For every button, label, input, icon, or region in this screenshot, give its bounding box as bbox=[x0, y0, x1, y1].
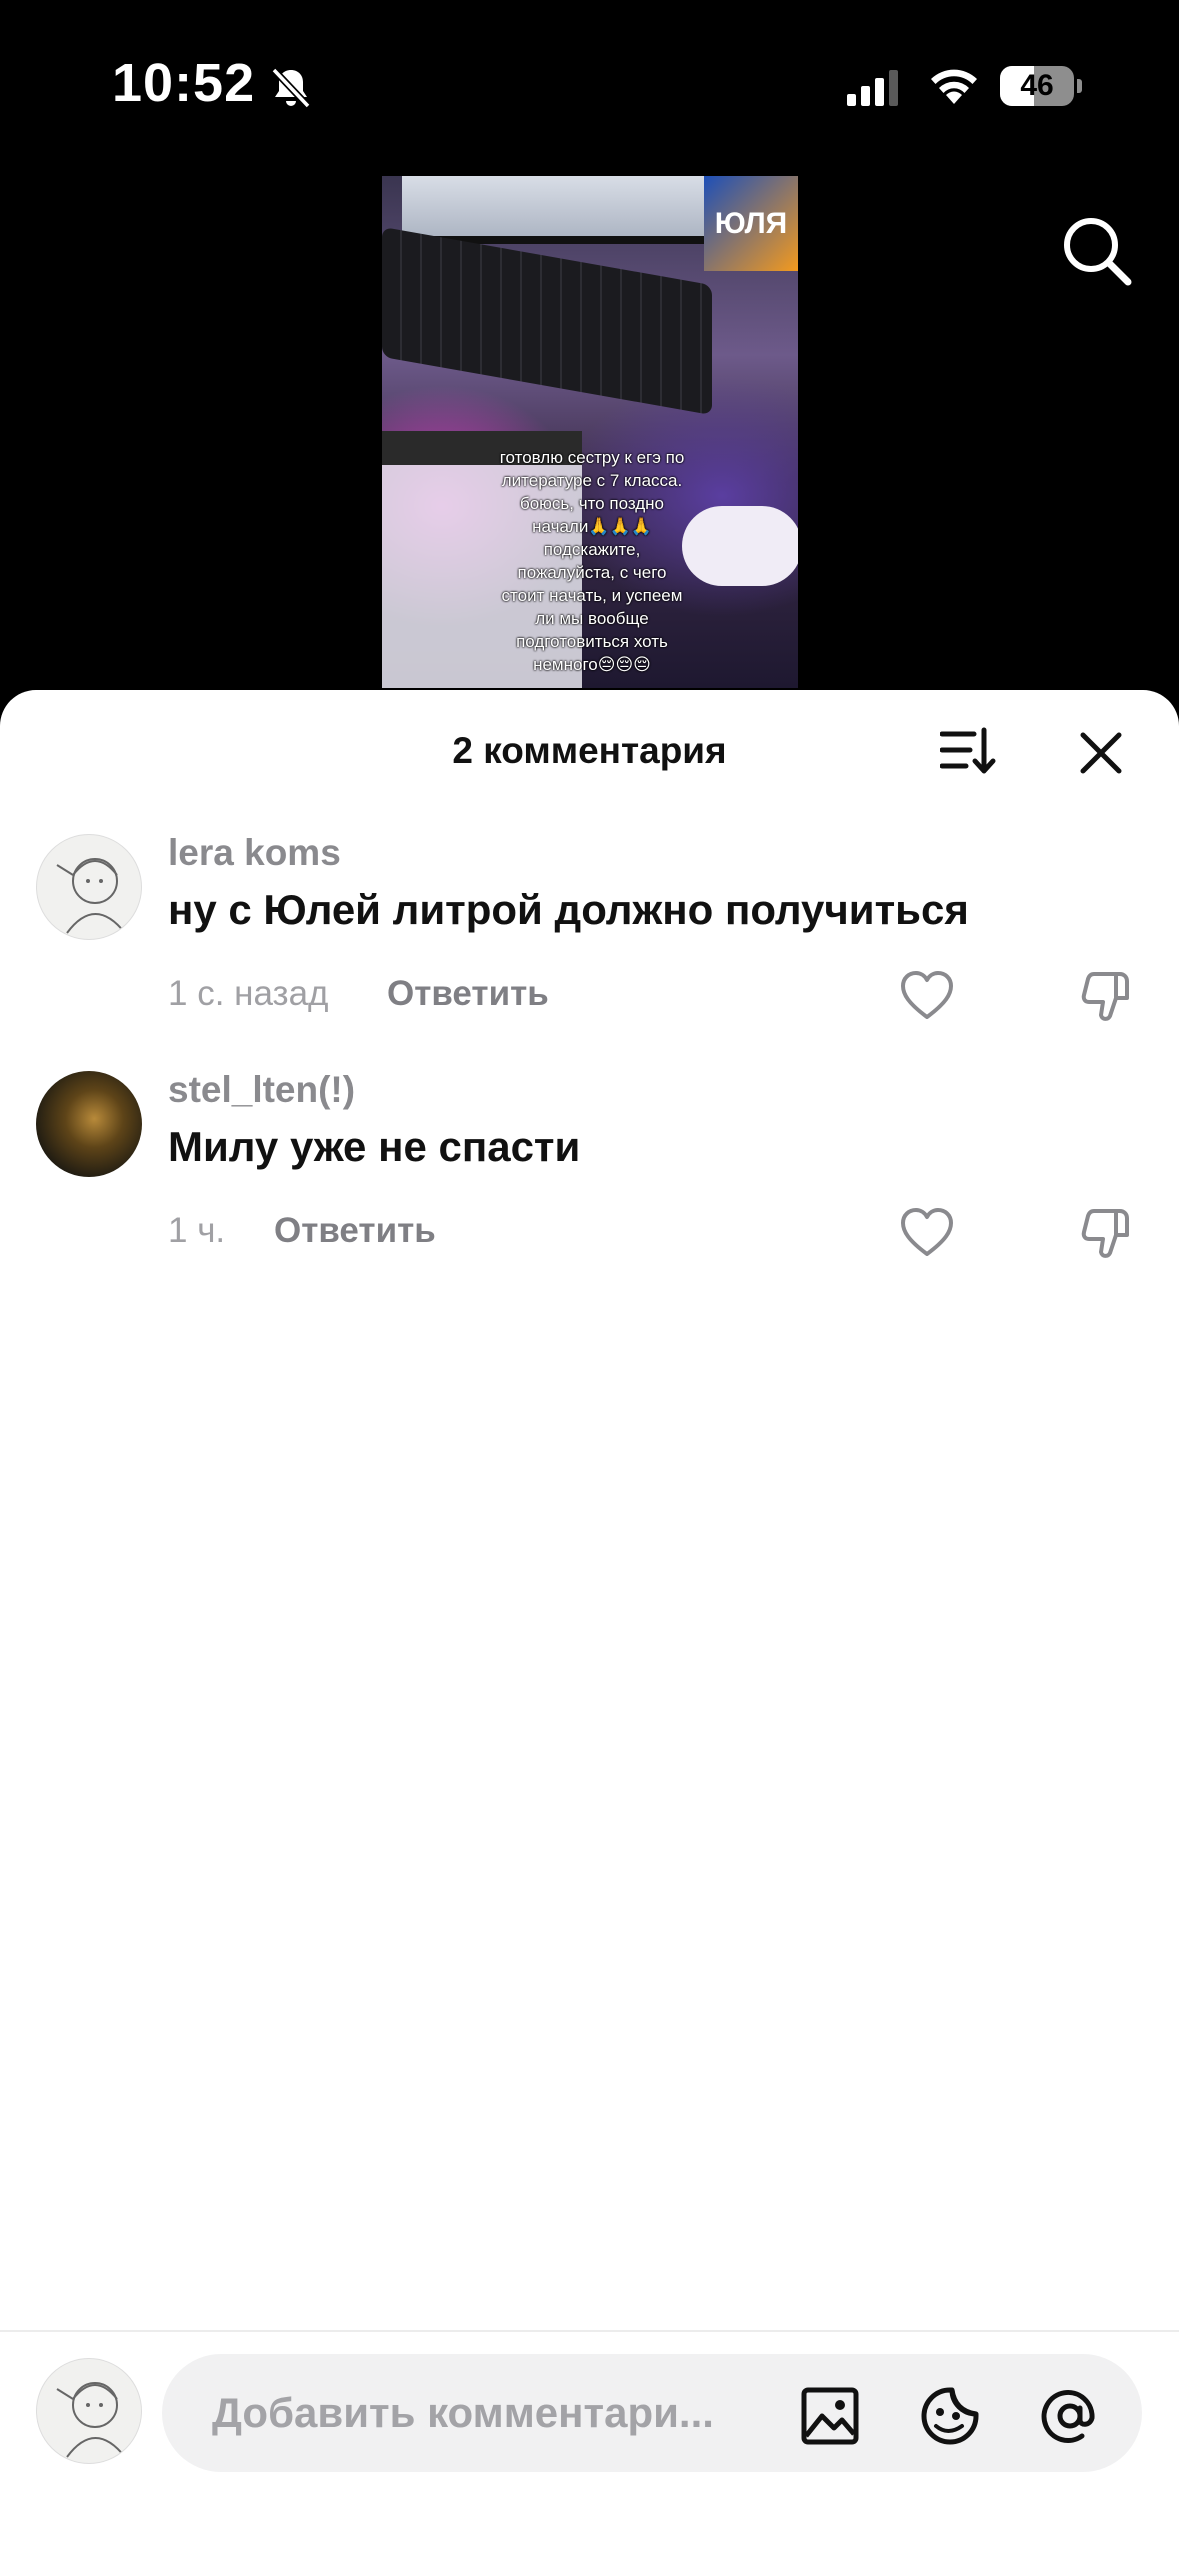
battery-body: 46 bbox=[1000, 66, 1074, 106]
cellular-signal-icon bbox=[847, 70, 898, 106]
wifi-icon bbox=[931, 69, 977, 104]
caption-line: пожалуйста, с чего bbox=[517, 563, 667, 582]
comment-time: 1 ч. bbox=[168, 1211, 226, 1250]
sort-icon[interactable] bbox=[940, 726, 996, 776]
caption-line: подскажите, bbox=[543, 540, 641, 559]
comment-item: stel_lten(!) Милу уже не спасти 1 ч. Отв… bbox=[0, 1069, 1179, 1291]
battery-percent: 46 bbox=[1020, 69, 1054, 102]
comment-time: 1 с. назад bbox=[168, 974, 329, 1013]
close-icon[interactable] bbox=[1078, 730, 1124, 776]
caption-line: начали🙏🙏🙏 bbox=[532, 517, 652, 536]
comments-sheet: 2 комментария lera koms ну с Юлей литрой… bbox=[0, 690, 1179, 2556]
caption-line: готовлю сестру к егэ по bbox=[499, 448, 685, 467]
sticker-icon[interactable] bbox=[920, 2386, 980, 2446]
my-avatar bbox=[36, 2358, 142, 2464]
comment-composer: Добавить комментари... bbox=[0, 2330, 1179, 2558]
comments-count-title: 2 комментария bbox=[452, 730, 727, 771]
video-monitor bbox=[402, 176, 712, 244]
search-icon[interactable] bbox=[1058, 212, 1134, 288]
avatar-sketch-icon bbox=[56, 2382, 126, 2458]
image-icon[interactable] bbox=[800, 2386, 860, 2446]
reply-button[interactable]: Ответить bbox=[387, 974, 549, 1014]
comment-text: ну с Юлей литрой должно получиться bbox=[168, 886, 969, 933]
video-keyboard bbox=[382, 226, 712, 416]
caption-line: стоит начать, и успеем bbox=[501, 586, 683, 605]
caption-line: ли мы вообще bbox=[535, 609, 649, 628]
comment-username[interactable]: lera koms bbox=[168, 832, 341, 874]
status-bar: 10:52 46 bbox=[0, 0, 1179, 170]
battery-indicator: 46 bbox=[1000, 66, 1082, 106]
status-time: 10:52 bbox=[112, 53, 256, 113]
heart-icon[interactable] bbox=[900, 970, 954, 1022]
thumbs-down-icon[interactable] bbox=[1080, 968, 1134, 1024]
comment-username[interactable]: stel_lten(!) bbox=[168, 1069, 355, 1111]
caption-line: немного😔😔😔 bbox=[533, 655, 651, 674]
reply-button[interactable]: Ответить bbox=[274, 1211, 436, 1251]
avatar-sketch-icon bbox=[56, 858, 126, 934]
video-poster: ЮЛЯ bbox=[704, 176, 798, 271]
avatar[interactable] bbox=[36, 834, 142, 940]
comment-input-placeholder: Добавить комментари... bbox=[212, 2389, 714, 2436]
comment-item: lera koms ну с Юлей литрой должно получи… bbox=[0, 832, 1179, 1054]
bell-slash-icon bbox=[271, 67, 311, 109]
comment-input[interactable]: Добавить комментари... bbox=[162, 2354, 1142, 2472]
battery-nub bbox=[1077, 79, 1082, 93]
avatar[interactable] bbox=[36, 1071, 142, 1177]
comment-text: Милу уже не спасти bbox=[168, 1123, 581, 1170]
thumbs-down-icon[interactable] bbox=[1080, 1205, 1134, 1261]
heart-icon[interactable] bbox=[900, 1207, 954, 1259]
video-preview[interactable]: ЮЛЯ готовлю сестру к егэ по литературе с… bbox=[382, 176, 798, 688]
caption-line: подготовиться хоть bbox=[516, 632, 668, 651]
caption-line: литературе с 7 класса. bbox=[501, 471, 683, 490]
mention-icon[interactable] bbox=[1040, 2386, 1100, 2446]
caption-line: боюсь, что поздно bbox=[519, 494, 665, 513]
video-caption: готовлю сестру к егэ по литературе с 7 к… bbox=[472, 446, 712, 676]
